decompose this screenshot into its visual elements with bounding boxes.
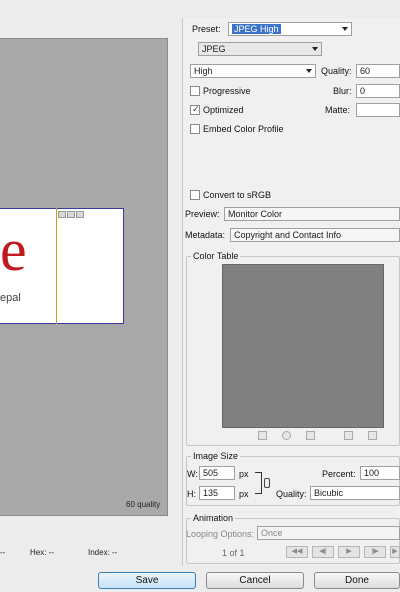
status-bar: -- Hex: -- Index: -- <box>0 546 178 562</box>
quality-label: Quality: <box>321 66 352 76</box>
trash-icon[interactable] <box>368 431 377 440</box>
previous-frame-icon[interactable]: ◀| <box>312 546 334 558</box>
color-table-title: Color Table <box>191 251 241 261</box>
format-value: JPEG <box>202 44 226 54</box>
done-button[interactable]: Done <box>314 572 400 589</box>
image-size-title: Image Size <box>191 451 241 461</box>
logo-subtext: epal <box>0 292 21 304</box>
constrain-bracket <box>255 472 262 494</box>
preview-quality-text: 60 quality <box>126 500 161 509</box>
matte-select[interactable] <box>356 103 400 117</box>
play-icon[interactable]: ▶ <box>338 546 360 558</box>
map-color-icon[interactable] <box>258 431 267 440</box>
slice-badge-icon <box>58 211 66 218</box>
height-label: H: <box>187 489 196 499</box>
percent-input[interactable]: 100 <box>360 466 400 480</box>
chevron-down-icon <box>342 27 348 31</box>
status-index: Index: -- <box>88 548 118 557</box>
resample-quality-label: Quality: <box>276 489 307 499</box>
web-shift-icon[interactable] <box>282 431 291 440</box>
optimized-label: Optimized <box>203 105 244 115</box>
optimized-checkbox[interactable] <box>190 104 200 115</box>
first-frame-icon[interactable]: ◀◀ <box>286 546 308 558</box>
logo-letter: e <box>0 217 27 283</box>
preview-select[interactable]: Monitor Color <box>224 207 400 221</box>
blur-input[interactable]: 0 <box>356 84 400 98</box>
chevron-down-icon <box>306 69 312 73</box>
last-frame-icon[interactable]: ▶ <box>390 546 400 558</box>
format-select[interactable]: JPEG <box>198 42 322 56</box>
width-input[interactable]: 505 <box>199 466 235 480</box>
height-unit: px <box>239 489 249 499</box>
width-label: W: <box>187 469 198 479</box>
slice-badge-icon <box>76 211 84 218</box>
looping-label: Looping Options: <box>186 529 255 539</box>
color-table-swatch <box>222 264 384 428</box>
quality-level-value: High <box>194 66 213 76</box>
height-input[interactable]: 135 <box>199 486 235 500</box>
blur-label: Blur: <box>333 86 352 96</box>
status-alpha: -- <box>0 548 6 557</box>
embed-profile-checkbox[interactable] <box>190 124 200 134</box>
progressive-label: Progressive <box>203 86 251 96</box>
preset-label: Preset: <box>192 24 221 34</box>
convert-srgb-checkbox[interactable] <box>190 190 200 200</box>
save-button[interactable]: Save <box>98 572 196 589</box>
preset-select[interactable]: JPEG High <box>228 22 352 36</box>
preset-value: JPEG High <box>232 24 281 34</box>
width-unit: px <box>239 469 249 479</box>
slice-badges <box>58 210 85 220</box>
slice-badge-icon <box>67 211 75 218</box>
embed-profile-label: Embed Color Profile <box>203 124 284 134</box>
metadata-label: Metadata: <box>185 230 226 240</box>
matte-label: Matte: <box>325 105 351 115</box>
quality-level-select[interactable]: High <box>190 64 316 78</box>
slice-divider <box>56 208 57 324</box>
next-frame-icon[interactable]: |▶ <box>364 546 386 558</box>
progressive-checkbox[interactable] <box>190 86 200 96</box>
quality-input[interactable]: 60 <box>356 64 400 78</box>
resample-quality-select[interactable]: Bicubic <box>310 486 400 500</box>
frame-counter: 1 of 1 <box>222 548 245 558</box>
convert-srgb-label: Convert to sRGB <box>203 190 272 200</box>
status-hex: Hex: -- <box>30 548 54 557</box>
cancel-button[interactable]: Cancel <box>206 572 304 589</box>
new-color-icon[interactable] <box>344 431 353 440</box>
looping-select[interactable]: Once <box>257 526 400 540</box>
animation-title: Animation <box>191 513 236 523</box>
preview-label: Preview: <box>185 209 220 219</box>
chevron-down-icon <box>312 47 318 51</box>
link-icon[interactable] <box>264 478 270 488</box>
lock-icon[interactable] <box>306 431 315 440</box>
metadata-select[interactable]: Copyright and Contact Info <box>230 228 400 242</box>
percent-label: Percent: <box>322 469 356 479</box>
